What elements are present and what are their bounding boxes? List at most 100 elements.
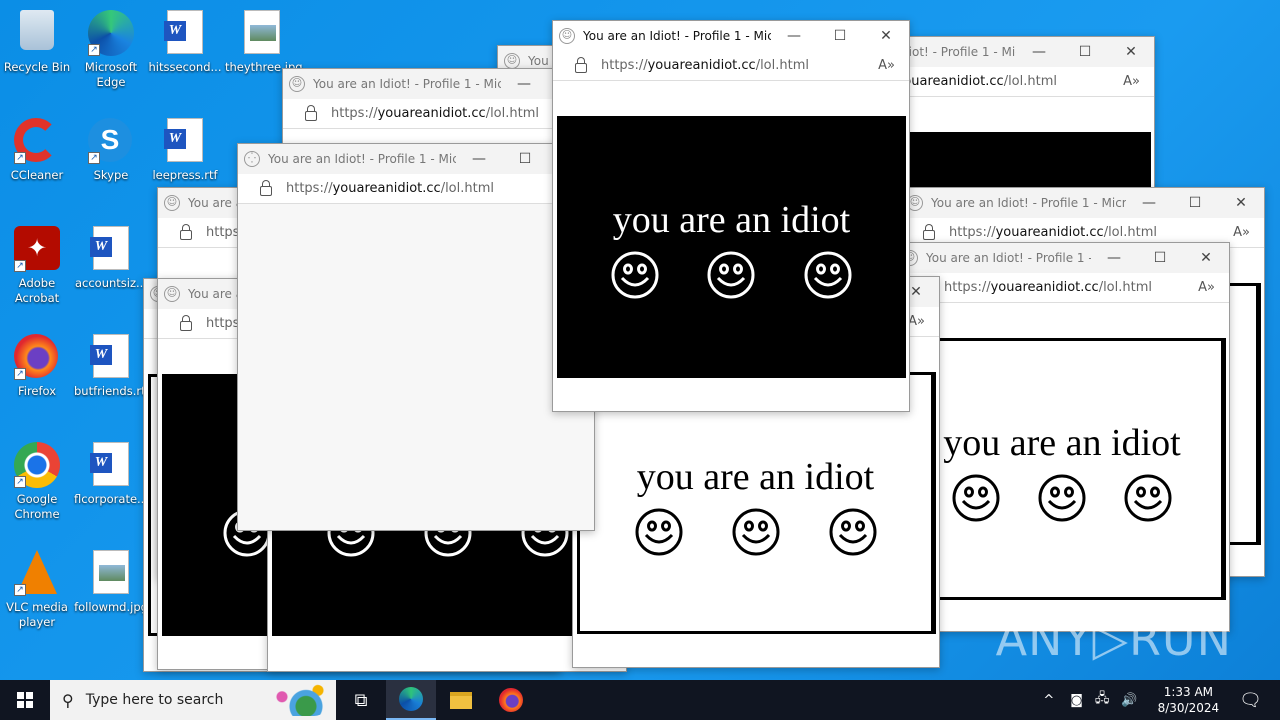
maximize-button[interactable]: ☐ (1172, 195, 1218, 211)
address-bar[interactable]: https://youareanidiot.cc/lol.htmlA» (238, 174, 594, 204)
minimize-button[interactable]: — (456, 151, 502, 167)
taskbar-edge[interactable] (386, 680, 436, 720)
desktop-icon[interactable]: followmd.jpg (74, 546, 148, 615)
read-aloud-icon[interactable]: A» (1233, 225, 1250, 240)
loading-icon: ⁛ (244, 151, 260, 167)
desktop-icon-label: Skype (93, 168, 129, 182)
volume-icon[interactable]: 🔊 (1121, 693, 1137, 708)
desktop-icon-label: followmd.jpg (74, 600, 148, 614)
minimize-button[interactable]: — (771, 28, 817, 44)
taskbar-firefox[interactable] (486, 680, 536, 720)
browser-window[interactable]: ☺You are an Idiot! - Profile 1 - Micro..… (895, 242, 1230, 632)
lock-icon (180, 223, 192, 240)
firefox-icon: ↗ (14, 334, 60, 380)
word-doc-icon: W (162, 10, 208, 56)
clock[interactable]: 1:33 AM 8/30/2024 (1158, 684, 1220, 716)
read-aloud-icon[interactable]: A» (1198, 280, 1215, 295)
desktop-icon-label: hitssecond... (148, 60, 222, 74)
maximize-button[interactable]: ☐ (1062, 44, 1108, 60)
page-text: you are an idiot (943, 422, 1181, 464)
close-button[interactable]: ✕ (1183, 250, 1229, 266)
title-bar[interactable]: ⁛ You are an Idiot! - Profile 1 - Micro..… (238, 144, 594, 174)
anyrun-watermark: ANY▷RUN (995, 612, 1232, 666)
search-icon: ⚲ (62, 690, 74, 710)
search-box[interactable]: ⚲ Type here to search (50, 680, 336, 720)
browser-window[interactable]: ☺You are an Idiot! - Profile 1 - Micro..… (552, 20, 910, 412)
desktop-icon[interactable]: Wleepress.rtf (148, 114, 222, 183)
browser-window[interactable]: ⁛ You are an Idiot! - Profile 1 - Micro..… (237, 143, 595, 531)
read-aloud-icon[interactable]: A» (1123, 74, 1140, 89)
clock-date: 8/30/2024 (1157, 701, 1220, 715)
title-bar[interactable]: ☺You are an Idiot! - Profile 1 - Micro..… (553, 21, 909, 51)
url-path: /lol.html (485, 106, 539, 121)
desktop-icon[interactable]: ↗ Google Chrome (0, 438, 74, 522)
minimize-button[interactable]: — (1126, 195, 1172, 211)
lock-icon (923, 223, 935, 240)
desktop-icon[interactable]: ↗ Microsoft Edge (74, 6, 148, 90)
desktop-icon[interactable]: Whitssecond... (148, 6, 222, 75)
page-loading-blank (238, 204, 594, 530)
show-hidden-icons[interactable]: ^ (1043, 693, 1054, 708)
maximize-button[interactable]: ☐ (502, 151, 548, 167)
address-bar[interactable]: https://youareanidiot.cc/lol.htmlA» (896, 273, 1229, 303)
desktop-icon-label: Firefox (17, 384, 57, 398)
title-bar[interactable]: ☺You are an Idiot! - Profile 1 - Micro..… (901, 188, 1264, 218)
close-button[interactable]: ✕ (1218, 195, 1264, 211)
smiley-icon (707, 251, 755, 299)
network-icon[interactable]: 🖧 (1095, 689, 1110, 711)
lock-icon (305, 104, 317, 121)
desktop-icon[interactable]: Wbutfriends.rtf (74, 330, 150, 399)
minimize-button[interactable]: — (501, 76, 547, 92)
desktop-icon[interactable]: ↗ VLC media player (0, 546, 74, 630)
desktop-icon-label: Adobe Acrobat (14, 276, 60, 305)
smiley-favicon-icon: ☺ (164, 286, 180, 302)
notifications-icon[interactable]: 🗨 (1239, 690, 1262, 711)
smiley-icon (635, 508, 682, 556)
title-bar[interactable]: ☺You are an Idiot! - Profile 1 - Micro..… (896, 243, 1229, 273)
page-text: you are an idiot (636, 456, 875, 498)
smiley-favicon-icon: ☺ (504, 53, 520, 69)
search-highlight-icon (270, 684, 330, 716)
minimize-button[interactable]: — (1091, 250, 1137, 266)
taskbar-file-explorer[interactable] (436, 680, 486, 720)
smiley-icon (1038, 474, 1086, 522)
url-domain: youareanidiot.cc (332, 181, 441, 196)
url-domain: youareanidiot.cc (995, 225, 1104, 240)
desktop-icon[interactable]: theythree.jpg (225, 6, 303, 75)
read-aloud-icon[interactable]: A» (878, 58, 895, 73)
url-scheme: https:// (286, 181, 333, 196)
desktop-icon[interactable]: Recycle Bin (0, 6, 74, 75)
desktop-icon-label: CCleaner (10, 168, 64, 182)
desktop-icon[interactable]: Wflcorporate... (74, 438, 148, 507)
task-view-icon: ⧉ (354, 689, 368, 711)
idiot-page-content[interactable]: you are an idiot (557, 116, 906, 378)
address-bar[interactable]: https://youareanidiot.cc/lol.htmlA» (553, 51, 909, 81)
desktop-icon[interactable]: ↗ CCleaner (0, 114, 74, 183)
shortcut-arrow-icon: ↗ (88, 44, 100, 56)
desktop-icon[interactable]: ✦ ↗ Adobe Acrobat (0, 222, 74, 306)
idiot-page-content[interactable]: you are an idiot (900, 338, 1226, 600)
minimize-button[interactable]: — (1016, 44, 1062, 60)
clock-time: 1:33 AM (1163, 685, 1214, 699)
meet-now-icon[interactable]: ◙ (1070, 693, 1083, 708)
start-button[interactable] (0, 680, 50, 720)
task-view-button[interactable]: ⧉ (336, 680, 386, 720)
url-domain: youareanidiot.cc (647, 58, 756, 73)
smiley-icon (611, 251, 659, 299)
maximize-button[interactable]: ☐ (817, 28, 863, 44)
read-aloud-icon[interactable]: A» (908, 314, 925, 329)
desktop-icon[interactable]: ↗ Firefox (0, 330, 74, 399)
maximize-button[interactable]: ☐ (1137, 250, 1183, 266)
close-button[interactable]: ✕ (863, 28, 909, 44)
desktop-icon[interactable]: S ↗ Skype (74, 114, 148, 183)
ccleaner-icon: ↗ (14, 118, 60, 164)
desktop-icon-label: leepress.rtf (152, 168, 218, 182)
window-title: You are an Idiot! - Profile 1 - Micro... (313, 77, 501, 91)
smiley-favicon-icon: ☺ (559, 28, 575, 44)
word-doc-icon: W (88, 334, 134, 380)
shortcut-arrow-icon: ↗ (88, 152, 100, 164)
smiley-favicon-icon: ☺ (164, 195, 180, 211)
close-button[interactable]: ✕ (1108, 44, 1154, 60)
desktop-icon[interactable]: Waccountsiz... (74, 222, 148, 291)
image-file-icon (239, 10, 285, 56)
